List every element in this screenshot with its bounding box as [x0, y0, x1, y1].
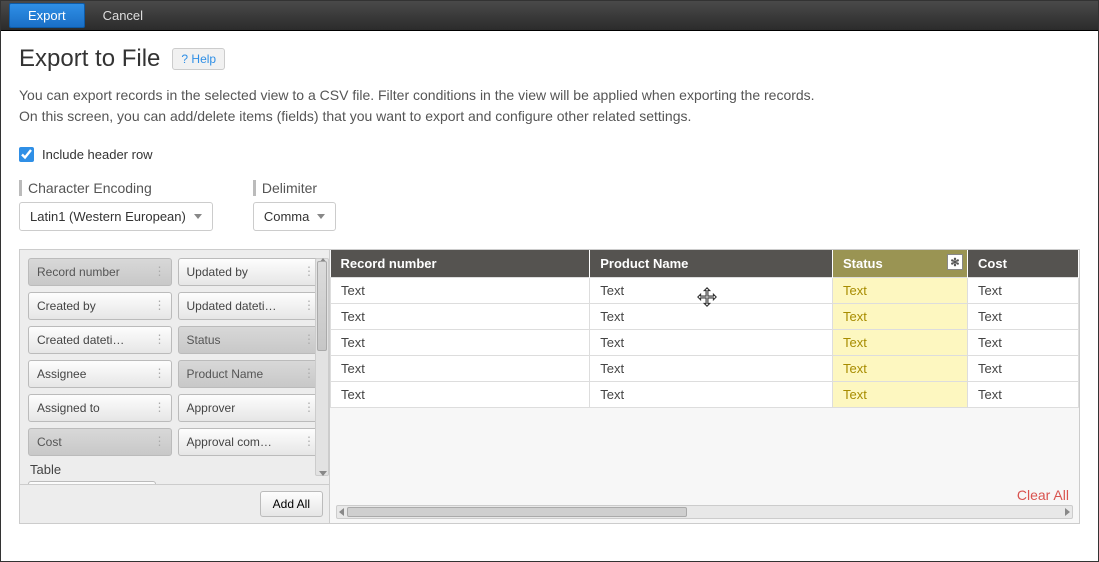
table-cell: Text — [331, 304, 590, 330]
table-cell: Text — [968, 330, 1079, 356]
field-table[interactable]: Table — [28, 481, 156, 484]
description: You can export records in the selected v… — [19, 85, 1080, 127]
table-cell: Text — [832, 356, 967, 382]
preview-table: Record numberProduct NameStatus✻Cost Tex… — [330, 250, 1079, 408]
table-cell: Text — [590, 330, 833, 356]
table-row: TextTextTextText — [331, 278, 1079, 304]
table-section-label: Table — [30, 462, 321, 477]
include-header-checkbox[interactable] — [19, 147, 34, 162]
encoding-dropdown[interactable]: Latin1 (Western European) — [19, 202, 213, 231]
field-status[interactable]: Status — [178, 326, 322, 354]
table-cell: Text — [331, 278, 590, 304]
field-builder: Record numberUpdated byCreated byUpdated… — [19, 249, 1080, 524]
table-row: TextTextTextText — [331, 356, 1079, 382]
content-area: Export to File ? Help You can export rec… — [1, 31, 1098, 524]
field-created-dateti-[interactable]: Created dateti… — [28, 326, 172, 354]
table-row: TextTextTextText — [331, 330, 1079, 356]
table-cell: Text — [968, 356, 1079, 382]
table-cell: Text — [832, 330, 967, 356]
field-created-by[interactable]: Created by — [28, 292, 172, 320]
delimiter-label: Delimiter — [253, 180, 337, 196]
field-updated-dateti-[interactable]: Updated dateti… — [178, 292, 322, 320]
clear-all-button[interactable]: Clear All — [1017, 487, 1069, 503]
column-header[interactable]: Cost — [968, 250, 1079, 278]
table-cell: Text — [331, 356, 590, 382]
add-all-button[interactable]: Add All — [260, 491, 323, 517]
table-cell: Text — [331, 382, 590, 408]
scroll-right-icon — [1065, 508, 1070, 516]
delimiter-value: Comma — [264, 209, 310, 224]
table-cell: Text — [590, 304, 833, 330]
delimiter-dropdown[interactable]: Comma — [253, 202, 337, 231]
table-cell: Text — [590, 356, 833, 382]
encoding-group: Character Encoding Latin1 (Western Europ… — [19, 180, 213, 231]
include-header-label: Include header row — [42, 147, 153, 162]
encoding-value: Latin1 (Western European) — [30, 209, 186, 224]
scroll-left-icon — [339, 508, 344, 516]
table-cell: Text — [968, 382, 1079, 408]
field-assignee[interactable]: Assignee — [28, 360, 172, 388]
description-line2: On this screen, you can add/delete items… — [19, 106, 1080, 127]
page-title: Export to File — [19, 45, 160, 73]
help-button[interactable]: ? Help — [172, 48, 225, 70]
table-cell: Text — [832, 304, 967, 330]
table-row: TextTextTextText — [331, 382, 1079, 408]
scrollbar-horizontal[interactable] — [336, 505, 1073, 519]
field-product-name[interactable]: Product Name — [178, 360, 322, 388]
table-cell: Text — [590, 382, 833, 408]
field-cost[interactable]: Cost — [28, 428, 172, 456]
column-header[interactable]: Product Name — [590, 250, 833, 278]
table-cell: Text — [968, 278, 1079, 304]
export-button[interactable]: Export — [9, 3, 85, 28]
gear-icon[interactable]: ✻ — [947, 254, 963, 270]
cancel-button[interactable]: Cancel — [103, 8, 143, 23]
chevron-down-icon — [194, 214, 202, 219]
column-header[interactable]: Record number — [331, 250, 590, 278]
scroll-thumb-horizontal[interactable] — [347, 507, 687, 517]
scroll-thumb[interactable] — [317, 261, 327, 351]
topbar: Export Cancel — [1, 1, 1098, 31]
scrollbar-vertical[interactable] — [315, 258, 329, 476]
encoding-label: Character Encoding — [19, 180, 213, 196]
table-cell: Text — [968, 304, 1079, 330]
field-approval-com-[interactable]: Approval com… — [178, 428, 322, 456]
description-line1: You can export records in the selected v… — [19, 85, 1080, 106]
chevron-down-icon — [317, 214, 325, 219]
preview-panel: Record numberProduct NameStatus✻Cost Tex… — [330, 250, 1079, 523]
table-cell: Text — [832, 382, 967, 408]
available-fields-panel: Record numberUpdated byCreated byUpdated… — [20, 250, 330, 523]
table-cell: Text — [590, 278, 833, 304]
field-record-number[interactable]: Record number — [28, 258, 172, 286]
scroll-down-icon — [319, 471, 327, 476]
table-row: TextTextTextText — [331, 304, 1079, 330]
table-cell: Text — [832, 278, 967, 304]
column-header[interactable]: Status✻ — [832, 250, 967, 278]
field-approver[interactable]: Approver — [178, 394, 322, 422]
field-updated-by[interactable]: Updated by — [178, 258, 322, 286]
delimiter-group: Delimiter Comma — [253, 180, 337, 231]
field-assigned-to[interactable]: Assigned to — [28, 394, 172, 422]
table-cell: Text — [331, 330, 590, 356]
include-header-row[interactable]: Include header row — [19, 147, 1080, 162]
